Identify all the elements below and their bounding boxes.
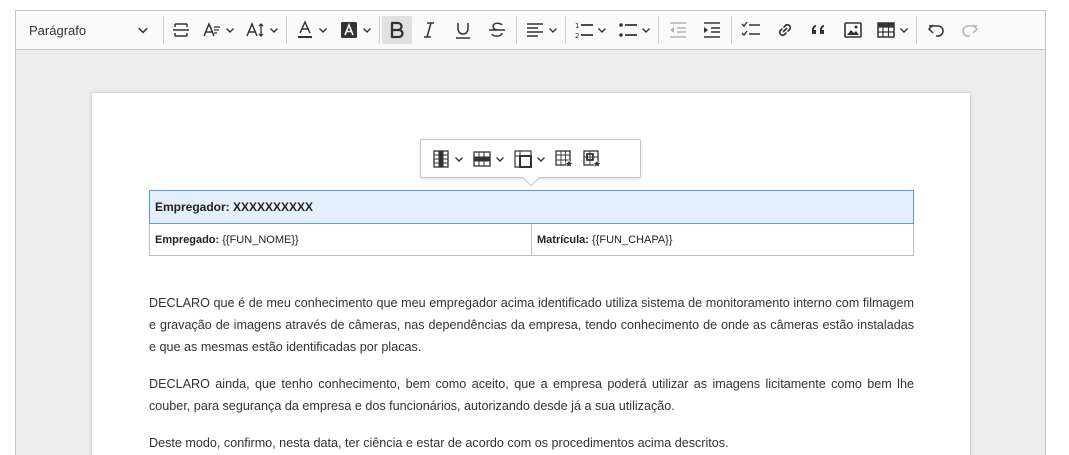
strikethrough-button[interactable] — [480, 16, 514, 44]
todo-list-button[interactable] — [734, 16, 768, 44]
toolbar-separator — [516, 16, 517, 44]
italic-button[interactable] — [412, 16, 446, 44]
font-family-icon — [202, 22, 220, 37]
heading-dropdown-label: Parágrafo — [29, 22, 87, 38]
toolbar-separator — [379, 16, 380, 44]
chevron-down-icon — [318, 28, 327, 33]
paragraph[interactable]: DECLARO que é de meu conhecimento que me… — [149, 292, 914, 358]
font-background-color-button[interactable] — [333, 16, 377, 44]
undo-icon — [927, 24, 944, 37]
document-page[interactable]: Empregador: XXXXXXXXXX Empregado: {{FUN_… — [91, 92, 971, 455]
svg-text:1: 1 — [575, 22, 579, 30]
bulleted-list-button[interactable] — [612, 16, 656, 44]
employee-placeholder: {{FUN_NOME}} — [219, 233, 299, 246]
employee-info-table: Empregador: XXXXXXXXXX Empregado: {{FUN_… — [149, 190, 914, 256]
link-icon — [778, 23, 792, 37]
registration-label: Matrícula: — [537, 233, 589, 246]
heading-dropdown[interactable]: Parágrafo — [16, 11, 161, 49]
table-contextual-toolbar — [420, 139, 641, 187]
underline-icon — [456, 23, 470, 39]
table-properties-icon — [555, 149, 574, 168]
bulleted-list-icon — [618, 23, 637, 37]
blockquote-icon — [812, 25, 824, 34]
underline-button[interactable] — [446, 16, 480, 44]
toolbar-separator — [163, 16, 164, 44]
table-row: Empregado: {{FUN_NOME}} Matrícula: {{FUN… — [149, 223, 914, 256]
registration-cell[interactable]: Matrícula: {{FUN_CHAPA}} — [531, 223, 914, 256]
font-background-color-icon — [340, 22, 357, 38]
horizontal-line-icon — [173, 23, 189, 37]
font-size-button[interactable] — [240, 16, 284, 44]
font-family-button[interactable] — [196, 16, 240, 44]
registration-placeholder: {{FUN_CHAPA}} — [588, 233, 673, 246]
font-color-button[interactable] — [289, 16, 333, 44]
paragraph[interactable]: Deste modo, confirmo, nesta data, ter ci… — [149, 432, 914, 454]
editor-toolbar: Parágrafo 1 2 — [16, 11, 1045, 50]
cell-properties-icon — [583, 149, 602, 168]
chevron-down-icon — [641, 28, 650, 33]
toolbar-separator — [565, 16, 566, 44]
blockquote-button[interactable] — [802, 16, 836, 44]
outdent-button[interactable] — [661, 16, 695, 44]
chevron-down-icon — [537, 156, 545, 162]
horizontal-line-button[interactable] — [166, 16, 196, 44]
italic-icon — [424, 22, 434, 38]
toolbar-separator — [658, 16, 659, 44]
chevron-down-icon — [269, 28, 278, 33]
table-button[interactable] — [870, 16, 914, 44]
image-icon — [844, 22, 862, 38]
font-color-icon — [297, 20, 312, 38]
merge-cells-icon — [514, 149, 532, 168]
employee-label: Empregado: — [155, 233, 220, 246]
table-row-icon — [473, 150, 491, 167]
table-column-icon — [433, 149, 449, 168]
bold-icon — [390, 21, 404, 39]
undo-button[interactable] — [919, 16, 953, 44]
document-body: DECLARO que é de meu conhecimento que me… — [149, 292, 914, 455]
svg-text:2: 2 — [575, 32, 579, 40]
table-row-button[interactable] — [468, 145, 509, 173]
toolbar-separator — [916, 16, 917, 44]
chevron-down-icon — [496, 156, 504, 162]
paragraph[interactable]: DECLARO ainda, que tenho conhecimento, b… — [149, 373, 914, 417]
table-row: Empregador: XXXXXXXXXX — [149, 190, 914, 224]
redo-button[interactable] — [953, 16, 987, 44]
employee-cell[interactable]: Empregado: {{FUN_NOME}} — [149, 223, 532, 256]
merge-cells-button[interactable] — [509, 145, 550, 173]
table-column-button[interactable] — [427, 145, 468, 173]
bold-button[interactable] — [382, 16, 412, 44]
chevron-down-icon — [597, 28, 606, 33]
outdent-icon — [670, 22, 686, 38]
toolbar-separator — [286, 16, 287, 44]
chevron-down-icon — [899, 28, 908, 33]
chevron-down-icon — [225, 28, 234, 33]
strikethrough-icon — [489, 22, 505, 37]
chevron-down-icon — [548, 28, 557, 33]
numbered-list-button[interactable]: 12 — [568, 16, 612, 44]
indent-icon — [704, 22, 720, 38]
chevron-down-icon — [362, 28, 371, 33]
todo-list-icon — [741, 21, 760, 37]
align-icon — [526, 23, 543, 37]
table-icon — [876, 22, 895, 38]
cell-properties-button[interactable] — [578, 145, 606, 173]
chevron-down-icon — [455, 156, 463, 162]
toolbar-separator — [731, 16, 732, 44]
redo-icon — [962, 24, 979, 37]
table-properties-button[interactable] — [550, 145, 578, 173]
link-button[interactable] — [768, 16, 802, 44]
indent-button[interactable] — [695, 16, 729, 44]
numbered-list-icon: 12 — [575, 22, 593, 40]
employer-cell[interactable]: Empregador: XXXXXXXXXX — [149, 190, 914, 224]
rich-text-editor: Parágrafo 1 2 Empregador: XXXXXXXXXX Emp… — [15, 10, 1046, 455]
align-button[interactable] — [519, 16, 563, 44]
font-size-icon — [245, 22, 263, 37]
chevron-down-icon — [138, 27, 148, 34]
image-button[interactable] — [836, 16, 870, 44]
